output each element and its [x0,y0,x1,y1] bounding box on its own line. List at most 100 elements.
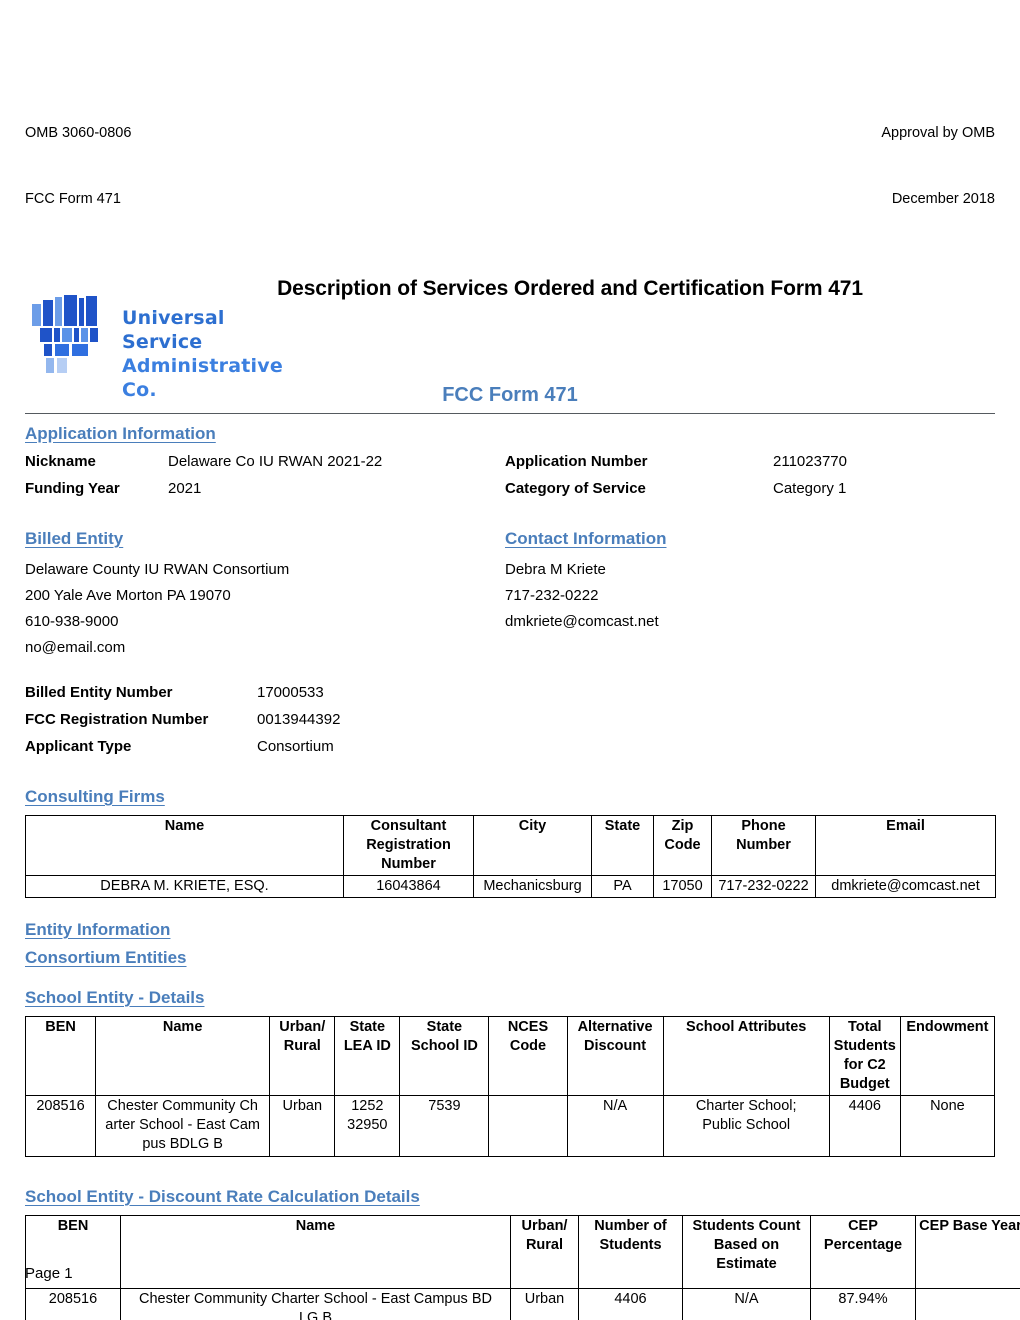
field-label-funding-year: Funding Year [25,480,120,497]
section-heading-entity-information: Entity Information [25,920,995,940]
omb-approval-date: December 2018 [891,191,995,207]
billed-entity-line-4: no@email.com [25,639,126,656]
billed-entity-line-1: Delaware County IU RWAN Consortium [25,561,290,578]
field-value-category-of-service: Category 1 [773,480,847,497]
contact-line-1: Debra M Kriete [505,561,606,578]
usac-logo-text: Universal Service Administrative Co. [122,306,300,402]
school-entity-details-table: BEN Name Urban/ Rural State LEA ID State… [24,1016,996,1157]
omb-number: OMB 3060-0806 [25,125,132,141]
column-header-alternative-discount: Alternative Discount [566,1016,664,1096]
field-value-applicant-type: Consortium [257,738,334,755]
table-row: DEBRA M. KRIETE, ESQ. 16043864 Mechanics… [25,875,996,898]
cell-nces-code [488,1095,568,1157]
column-header-number-of-students: Number of Students [578,1215,683,1289]
application-information-fields: Nickname Delaware Co IU RWAN 2021-22 App… [25,452,995,499]
header-left-block: OMB 3060-0806 FCC Form 471 [25,78,131,254]
section-heading-application-information: Application Information [25,424,995,444]
field-label-billed-entity-number: Billed Entity Number [25,684,173,701]
section-heading-school-entity-details: School Entity - Details [25,988,995,1008]
cell-alternative-discount: N/A [566,1095,664,1157]
billed-entity-heading-text: Billed Entity [25,529,124,548]
column-header-cep-percentage: CEP Percentage [810,1215,916,1289]
cell-number-of-students: 4406 [578,1288,683,1320]
column-header-ben: BEN [24,1016,97,1096]
column-header-state-school-id: State School ID [399,1016,490,1096]
cell-school-attributes: Charter School; Public School [662,1095,830,1157]
section-heading-contact-information: Contact Information [505,529,995,549]
cell-city: Mechanicsburg [473,875,592,898]
cell-name-line-1: Chester Community Ch [107,1098,258,1114]
omb-approval-label: Approval by OMB [881,125,995,141]
cell-students-count-based-on-estimate: N/A [682,1288,811,1320]
column-header-consultant-registration-number: Consultant Registration Number [343,815,474,876]
header-divider [25,413,995,414]
cell-name-line-2: arter School - East Cam [105,1117,261,1133]
section-heading-billed-entity: Billed Entity [25,529,505,549]
cell-state: PA [591,875,654,898]
column-header-total-students-for-c2-budget: Total Students for C2 Budget [828,1016,901,1096]
cell-state-lea-id-line-1: 1252 [351,1098,384,1114]
school-entity-discount-rate-heading-text: School Entity - Discount Rate Calculatio… [25,1187,420,1206]
field-label-fcc-registration-number: FCC Registration Number [25,711,209,728]
table-header-row: Name Consultant Registration Number City… [25,815,996,876]
header-right-block: Approval by OMB December 2018 [881,78,995,254]
section-heading-consulting-firms: Consulting Firms [25,787,995,807]
cell-state-lea-id: 1252 32950 [334,1095,401,1157]
page-footer: Page 1 [25,1265,73,1282]
entity-numbers-fields: Billed Entity Number 17000533 FCC Regist… [25,683,995,757]
column-header-urban-rural: Urban/ Rural [510,1215,579,1289]
column-header-city: City [473,815,592,876]
column-header-state: State [591,815,654,876]
column-header-cep-base-year: CEP Base Year [915,1215,1020,1289]
billed-entity-line-3: 610-938-9000 [25,613,119,630]
cell-urban-rural: Urban [269,1095,336,1157]
form-471-page: OMB 3060-0806 FCC Form 471 Approval by O… [0,0,1020,1320]
cell-name-line-3: pus BDLG B [142,1136,223,1152]
cell-school-attributes-line-1: Charter School; [695,1098,797,1114]
column-header-name: Name [25,815,344,876]
consortium-entities-heading-text: Consortium Entities [25,948,187,967]
column-header-school-attributes: School Attributes [662,1016,830,1096]
field-value-fcc-registration-number: 0013944392 [257,711,341,728]
cell-cep-percentage: 87.94% [810,1288,916,1320]
table-header-row: BEN Name Urban/ Rural Number of Students… [25,1215,1020,1289]
cell-name: DEBRA M. KRIETE, ESQ. [25,875,344,898]
column-header-phone-number: Phone Number [711,815,816,876]
column-header-students-count-based-on-estimate: Students Count Based on Estimate [682,1215,811,1289]
contact-line-3: dmkriete@comcast.net [505,613,659,630]
field-label-applicant-type: Applicant Type [25,738,132,755]
cell-name: Chester Community Charter School - East … [120,1288,511,1320]
cell-email: dmkriete@comcast.net [815,875,996,898]
field-label-nickname: Nickname [25,453,96,470]
cell-name-line-1: Chester Community Charter School - East … [139,1291,492,1307]
column-header-zip-code: Zip Code [653,815,712,876]
table-row: 208516 Chester Community Ch arter School… [24,1095,996,1157]
column-header-name: Name [95,1016,271,1096]
consulting-firms-heading-text: Consulting Firms [25,787,165,806]
billed-entity-block: Billed Entity Delaware County IU RWAN Co… [25,529,505,661]
usac-logo: Universal Service Administrative Co. [30,294,300,401]
field-value-application-number: 211023770 [773,453,847,470]
field-value-billed-entity-number: 17000533 [257,684,324,701]
field-value-nickname: Delaware Co IU RWAN 2021-22 [168,453,383,470]
cell-name-line-2: LG B [298,1310,333,1320]
column-header-name: Name [120,1215,511,1289]
usac-logo-line-2: Administrative Co. [122,355,283,401]
usac-logo-mark-icon [32,295,98,373]
section-heading-school-entity-discount-rate: School Entity - Discount Rate Calculatio… [25,1187,995,1207]
billed-entity-contact-row: Billed Entity Delaware County IU RWAN Co… [25,529,995,661]
cell-cep-base-year [915,1288,1020,1320]
school-entity-discount-rate-table: BEN Name Urban/ Rural Number of Students… [25,1215,1020,1320]
consulting-firms-table: Name Consultant Registration Number City… [25,815,996,898]
table-row: 208516 Chester Community Charter School … [25,1288,1020,1320]
cell-consultant-registration-number: 16043864 [343,875,474,898]
usac-logo-line-1: Universal Service [122,307,225,353]
cell-ben: 208516 [25,1288,121,1320]
cell-phone-number: 717-232-0222 [711,875,816,898]
billed-entity-line-2: 200 Yale Ave Morton PA 19070 [25,587,231,604]
contact-information-heading-text: Contact Information [505,529,667,548]
